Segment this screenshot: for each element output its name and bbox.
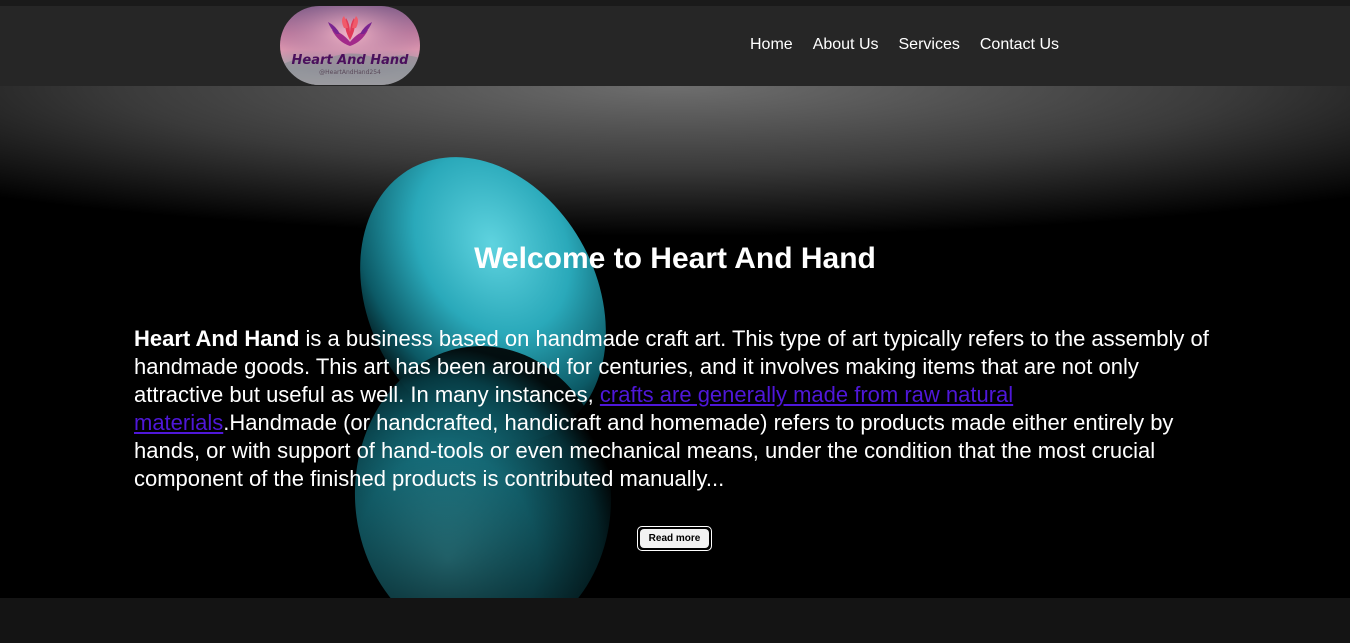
read-more-label: Read more <box>640 529 709 548</box>
nav-services[interactable]: Services <box>899 36 960 54</box>
nav-contact-us[interactable]: Contact Us <box>980 36 1059 54</box>
hero-description: Heart And Hand is a business based on ha… <box>134 325 1219 493</box>
read-more-button[interactable]: Read more <box>637 526 712 551</box>
hero-section: Welcome to Heart And Hand Heart And Hand… <box>0 86 1350 598</box>
main-nav: Home About Us Services Contact Us <box>750 36 1059 54</box>
logo-title: Heart And Hand <box>291 53 409 68</box>
nav-home[interactable]: Home <box>750 36 793 54</box>
hero-outro-text: .Handmade (or handcrafted, handicraft an… <box>134 410 1174 491</box>
hero-title: Welcome to Heart And Hand <box>474 242 876 275</box>
hero-intro-bold: Heart And Hand <box>134 326 300 351</box>
nav-about-us[interactable]: About Us <box>813 36 879 54</box>
logo[interactable]: Heart And Hand @HeartAndHand254 <box>280 6 420 85</box>
navbar: Heart And Hand @HeartAndHand254 Home Abo… <box>0 6 1350 86</box>
footer <box>0 598 1350 643</box>
logo-subtitle: @HeartAndHand254 <box>319 69 381 76</box>
